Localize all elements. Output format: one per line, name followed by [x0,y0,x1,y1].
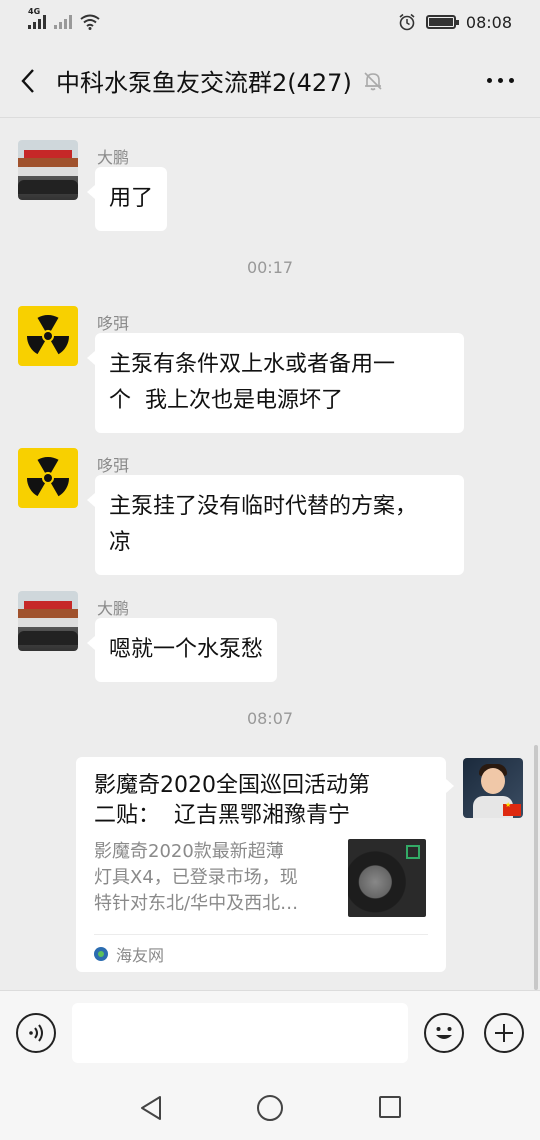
alarm-icon [399,13,415,31]
radioactive-icon [26,456,70,497]
plus-button[interactable] [484,1013,524,1053]
my-avatar[interactable] [463,758,523,818]
chat-title: 中科水泵鱼友交流群2(427) [56,69,352,97]
message-line: 主泵挂了没有临时代替的方案， [109,494,418,519]
message-bubble[interactable]: 用了 [86,167,168,231]
site-logo-icon [94,946,108,961]
scrollbar[interactable] [534,745,538,990]
avatar[interactable] [18,140,78,200]
timestamp: 00:17 [246,258,294,277]
cellular-signal-icon: 4G [28,7,46,29]
message-bubble[interactable]: 主泵有条件双上水或者备用一 个 我上次也是电源坏了 [87,333,464,433]
link-card[interactable]: 影魔奇2020全国巡回活动第 二贴： 辽吉黑鄂湘豫青宁 影魔奇2020款最新超薄… [76,757,454,972]
card-thumbnail [348,839,426,917]
avatar[interactable] [18,448,78,508]
avatar[interactable] [18,591,78,651]
sender-name: 哆弭 [97,456,130,475]
card-source: 海友网 [94,934,428,972]
message-bubble[interactable]: 嗯就一个水泵愁 [86,618,278,682]
wifi-icon [80,14,100,30]
voice-button[interactable] [16,1013,56,1053]
input-bar [0,990,540,1076]
chevron-left-icon [21,68,34,93]
card-title: 影魔奇2020全国巡回活动第 二贴： 辽吉黑鄂湘豫青宁 [94,773,370,828]
nav-home-icon[interactable] [257,1095,283,1121]
emoji-button[interactable] [424,1013,464,1053]
sender-name: 哆弭 [97,314,130,333]
sender-name: 大鹏 [97,599,130,618]
timestamp: 08:07 [246,709,294,728]
cellular-signal-2-icon [54,15,72,29]
sender-name: 大鹏 [97,148,130,167]
message-input[interactable] [72,1003,408,1063]
nav-recents-icon[interactable] [379,1096,401,1118]
card-description: 影魔奇2020款最新超薄 灯具X4，已登录市场，现 特针对东北/华中及西北… [94,841,299,914]
more-dots-icon [486,78,492,83]
status-bar: 4G 08:08 [0,0,540,44]
status-time: 08:08 [465,12,512,32]
emoji-icon [436,1027,452,1039]
system-nav-bar [0,1076,540,1140]
message-item: 大鹏 嗯就一个水泵愁 [0,591,540,682]
voice-icon [29,1024,43,1042]
back-button[interactable] [0,44,56,118]
chat-header: 中科水泵鱼友交流群2(427) [0,44,540,118]
message-line: 凉 [109,530,132,555]
message-line: 个 我上次也是电源坏了 [109,388,343,413]
card-source-name: 海友网 [116,945,165,965]
message-item: 大鹏 用了 [0,140,540,231]
bell-muted-icon [364,71,382,90]
plus-icon [495,1024,513,1042]
nav-back-icon[interactable] [138,1094,164,1122]
battery-icon [425,15,459,29]
more-button[interactable] [460,44,540,118]
avatar[interactable] [18,306,78,366]
message-line: 主泵有条件双上水或者备用一 [109,352,396,377]
message-bubble[interactable]: 主泵挂了没有临时代替的方案， 凉 [87,475,464,575]
radioactive-icon [26,314,70,355]
flag-icon [503,801,521,816]
